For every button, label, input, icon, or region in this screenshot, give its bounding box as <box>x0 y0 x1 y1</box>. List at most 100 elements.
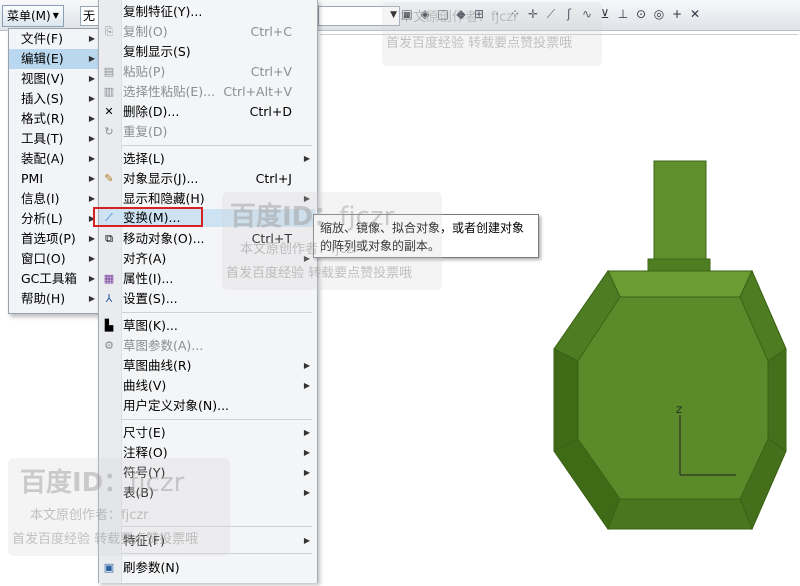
properties-icon: ▦ <box>103 272 115 285</box>
menu-item-label: 粘贴(P) <box>123 64 166 79</box>
main-menu-window[interactable]: 窗口(O) ▶ <box>9 249 101 269</box>
submenu-arrow-icon: ▶ <box>88 234 95 243</box>
main-menu-insert[interactable]: 插入(S) ▶ <box>9 89 101 109</box>
menu-item-settings[interactable]: ⅄ 设置(S)... <box>98 289 316 309</box>
paste-icon: ▤ <box>103 65 115 78</box>
menu-item-label: 对齐(A) <box>123 251 167 266</box>
main-menu-edit[interactable]: 编辑(E) ▶ <box>9 49 101 69</box>
menu-button[interactable]: 菜单(M) ▼ <box>2 5 64 27</box>
main-menu-format[interactable]: 格式(R) ▶ <box>9 109 101 129</box>
main-menu-tools[interactable]: 工具(T) ▶ <box>9 129 101 149</box>
main-menu-preferences[interactable]: 首选项(P) ▶ <box>9 229 101 249</box>
submenu-arrow-icon: ▶ <box>88 74 95 83</box>
main-menu-gc-toolkit[interactable]: GC工具箱 ▶ <box>9 269 101 289</box>
move-object-icon: ⧉ <box>105 232 113 245</box>
menu-item-label: 选择性粘贴(E)... <box>123 84 216 99</box>
chevron-down-icon: ▼ <box>52 11 59 20</box>
main-menu-label: 插入(S) <box>21 91 64 106</box>
cross-icon[interactable]: ✕ <box>688 7 702 21</box>
watermark-author: 本文原创作者：fjczr <box>400 10 519 25</box>
menu-item-paste-special[interactable]: ▥ 选择性粘贴(E)... Ctrl+Alt+V <box>98 82 316 102</box>
menu-item-label: 复制显示(S) <box>123 44 191 59</box>
main-menu-label: PMI <box>21 171 44 186</box>
main-menu-label: 装配(A) <box>21 151 65 166</box>
menu-item-user-defined-object[interactable]: 用户定义对象(N)... <box>98 396 316 416</box>
watermark-promo: 首发百度经验 转载要点赞投票哦 <box>226 266 413 281</box>
perpendicular-icon[interactable]: ⊥ <box>616 7 630 21</box>
menu-item-label: 显示和隐藏(H) <box>123 191 205 206</box>
submenu-arrow-icon: ▶ <box>88 274 95 283</box>
main-menu-label: 分析(L) <box>21 211 63 226</box>
menu-item-sketch[interactable]: ▙ 草图(K)... <box>98 316 316 336</box>
submenu-arrow-icon: ▶ <box>88 134 95 143</box>
menu-separator <box>122 419 312 420</box>
menu-item-label: 草图曲线(R) <box>123 358 192 373</box>
selection-filter-value: 无 <box>83 9 96 23</box>
model-3d-view: Z <box>553 160 787 531</box>
submenu-arrow-icon: ▶ <box>303 536 310 545</box>
main-menu-label: 窗口(O) <box>21 251 66 266</box>
main-menu-view[interactable]: 视图(V) ▶ <box>9 69 101 89</box>
menu-item-delete[interactable]: ✕ 删除(D)... Ctrl+D <box>98 102 316 122</box>
settings-icon: ⅄ <box>105 292 113 305</box>
main-menu-label: 编辑(E) <box>21 51 64 66</box>
watermark-brand: 百度ID： <box>230 202 340 232</box>
menu-item-object-display[interactable]: ✎ 对象显示(J)... Ctrl+J <box>98 169 316 189</box>
submenu-arrow-icon: ▶ <box>88 254 95 263</box>
menu-item-copy-display[interactable]: 复制显示(S) <box>98 42 316 62</box>
delete-icon: ✕ <box>104 105 114 118</box>
main-menu-analysis[interactable]: 分析(L) ▶ <box>9 209 101 229</box>
watermark-bottom: 百度ID：fjczr 本文原创作者：fjczr 首发百度经验 转载要点赞投票哦 <box>8 458 230 556</box>
paste-special-icon: ▥ <box>103 85 115 98</box>
main-menu-file[interactable]: 文件(F) ▶ <box>9 29 101 49</box>
menu-item-dimension[interactable]: 尺寸(E) ▶ <box>98 423 316 443</box>
menu-item-shortcut: Ctrl+C <box>250 24 292 39</box>
object-display-icon: ✎ <box>104 172 114 185</box>
menu-item-select[interactable]: 选择(L) ▶ <box>98 149 316 169</box>
graphics-viewport[interactable]: Z <box>316 31 800 583</box>
model-neck <box>653 160 707 264</box>
main-menu-info[interactable]: 信息(I) ▶ <box>9 189 101 209</box>
menu-item-paste[interactable]: ▤ 粘贴(P) Ctrl+V <box>98 62 316 82</box>
menu-item-repeat[interactable]: ↻ 重复(D) <box>98 122 316 142</box>
main-menu: 文件(F) ▶ 编辑(E) ▶ 视图(V) ▶ 插入(S) ▶ 格式(R) ▶ 工具(T)… <box>8 28 102 314</box>
menu-item-sketch-params[interactable]: ⚙ 草图参数(A)... <box>98 336 316 356</box>
sketch-icon: ▙ <box>104 319 114 332</box>
submenu-arrow-icon: ▶ <box>88 174 95 183</box>
menu-button-label: 菜单(M) <box>7 9 51 23</box>
watermark-middle: 百度ID：fjczr 本文原创作者：fjczr 首发百度经验 转载要点赞投票哦 <box>222 192 442 290</box>
menu-item-label: 用户定义对象(N)... <box>123 398 230 413</box>
submenu-arrow-icon: ▶ <box>88 114 95 123</box>
menu-separator <box>122 312 312 313</box>
menu-item-label: 选择(L) <box>123 151 165 166</box>
menu-item-shortcut: Ctrl+V <box>250 64 292 79</box>
quadrant-icon[interactable]: ◎ <box>652 7 666 21</box>
main-menu-help[interactable]: 帮助(H) ▶ <box>9 289 101 309</box>
main-menu-pmi[interactable]: PMI ▶ <box>9 169 101 189</box>
submenu-arrow-icon: ▶ <box>88 94 95 103</box>
main-menu-assembly[interactable]: 装配(A) ▶ <box>9 149 101 169</box>
submenu-arrow-icon: ▶ <box>303 428 310 437</box>
watermark-promo: 首发百度经验 转载要点赞投票哦 <box>386 36 573 51</box>
menu-item-copy[interactable]: ⎘ 复制(O) Ctrl+C <box>98 22 316 42</box>
menu-separator <box>122 145 312 146</box>
menu-item-copy-feature[interactable]: 复制特征(Y)... <box>98 2 316 22</box>
menu-item-sketch-curve[interactable]: 草图曲线(R) ▶ <box>98 356 316 376</box>
menu-item-refresh-params[interactable]: ▣ 刷参数(N) <box>98 558 316 578</box>
refresh-param-icon: ▣ <box>103 561 115 574</box>
submenu-arrow-icon: ▶ <box>303 488 310 497</box>
menu-item-label: 重复(D) <box>123 124 168 139</box>
svg-text:Z: Z <box>676 406 682 416</box>
model-collar <box>647 258 711 272</box>
circle-icon[interactable]: ⊙ <box>634 7 648 21</box>
menu-item-curve[interactable]: 曲线(V) ▶ <box>98 376 316 396</box>
menu-item-label: 曲线(V) <box>123 378 167 393</box>
submenu-arrow-icon: ▶ <box>88 194 95 203</box>
main-menu-label: GC工具箱 <box>21 271 77 286</box>
submenu-arrow-icon: ▶ <box>303 468 310 477</box>
menu-item-label: 刷参数(N) <box>123 560 180 575</box>
submenu-arrow-icon: ▶ <box>303 381 310 390</box>
menu-item-label: 草图参数(A)... <box>123 338 204 353</box>
submenu-arrow-icon: ▶ <box>88 34 95 43</box>
plus-icon[interactable]: + <box>670 7 684 21</box>
